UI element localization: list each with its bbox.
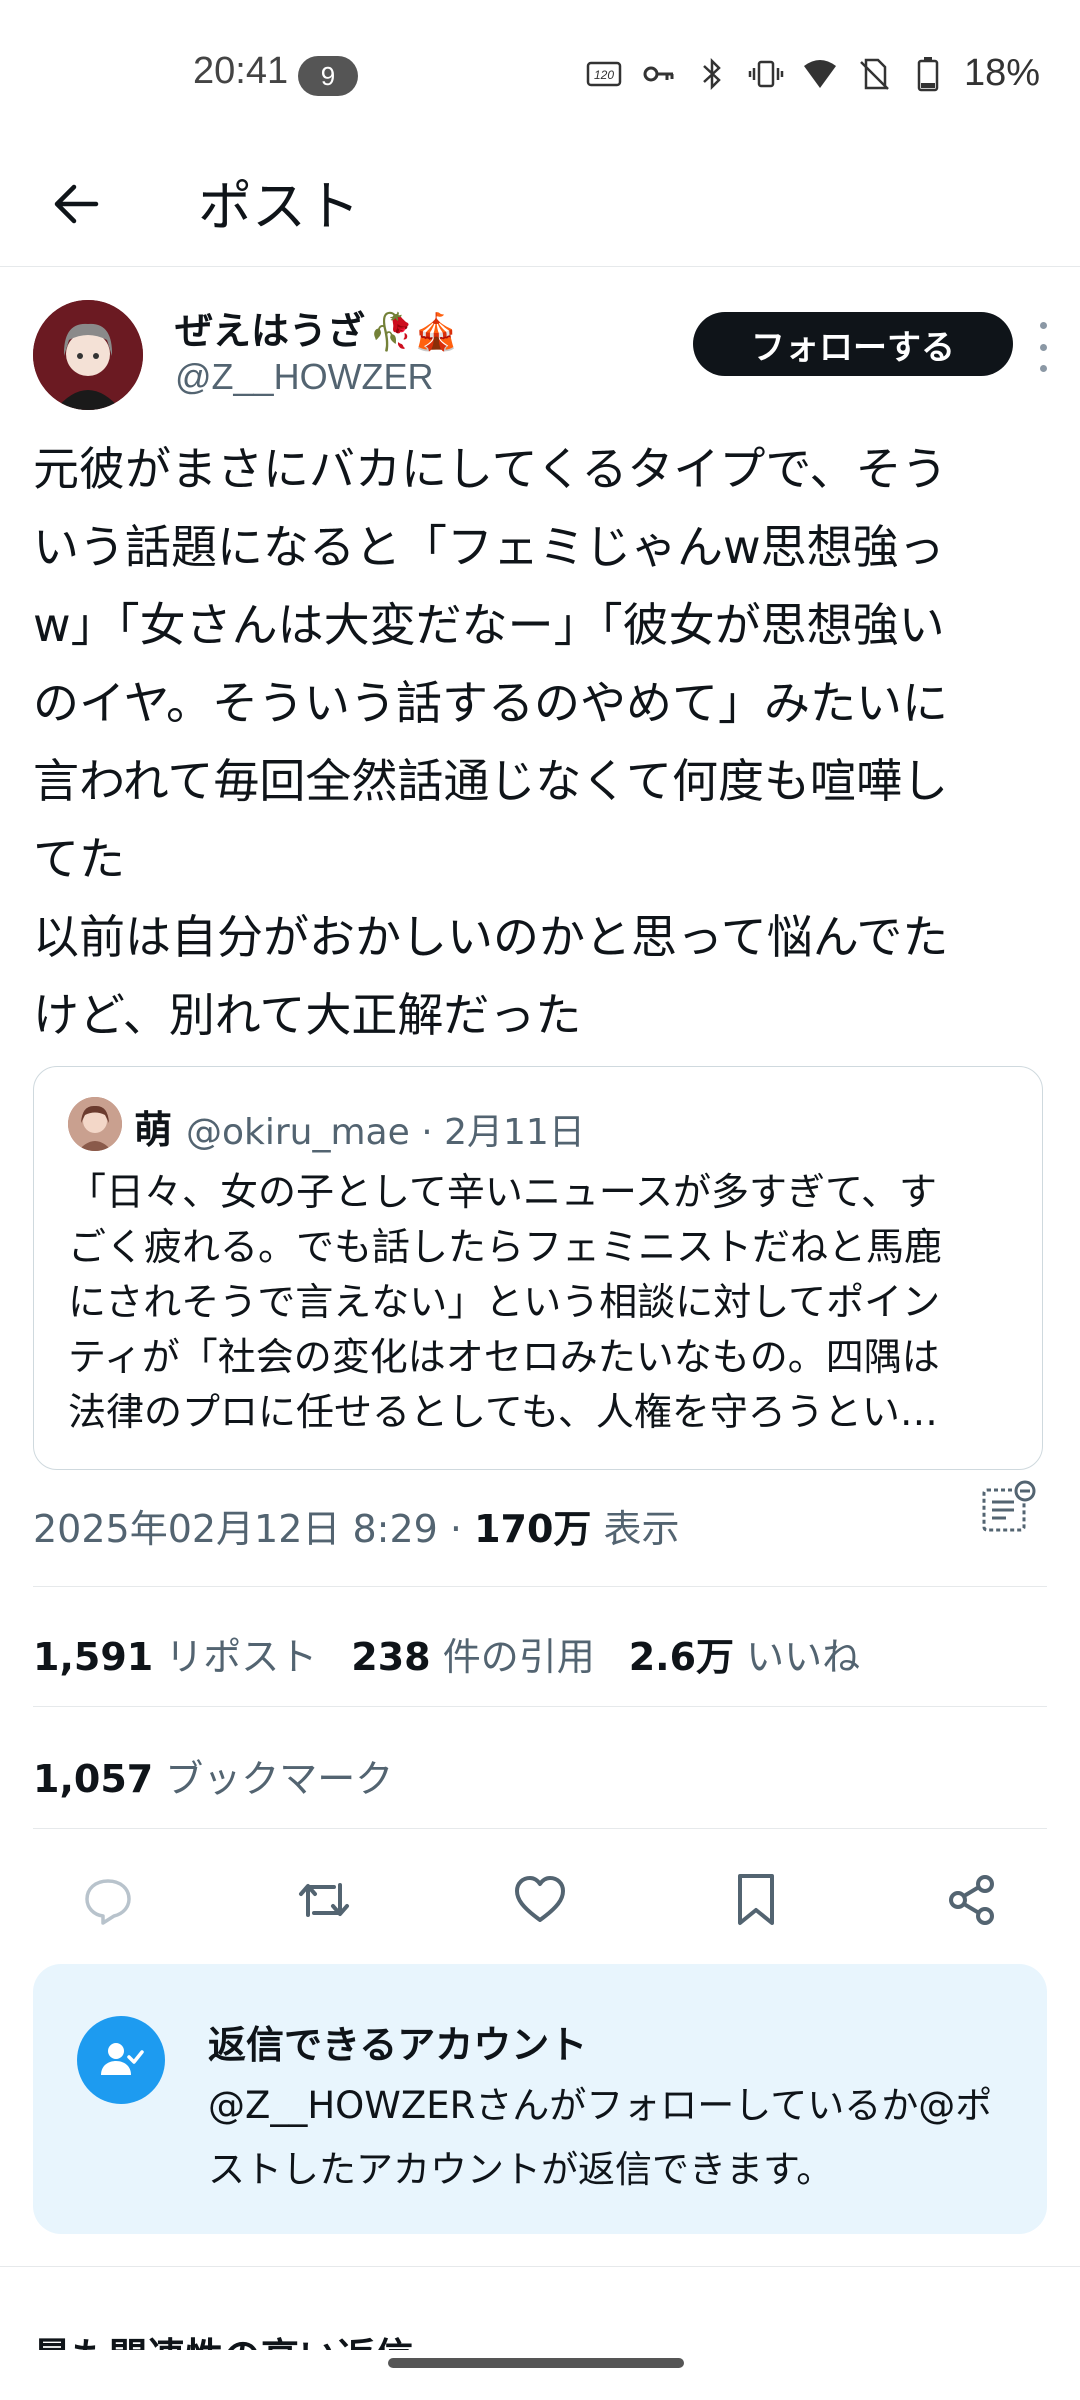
vpn-key-icon [640,56,676,92]
svg-text:120: 120 [594,68,614,82]
more-dot-icon [1039,322,1047,329]
back-arrow-icon [54,184,99,224]
home-indicator[interactable] [388,2358,684,2368]
bookmark-button[interactable] [721,1865,791,1935]
status-bar: 20:41 9 120 18% [0,0,1080,150]
follow-button[interactable]: フォローする [693,312,1013,376]
bookmarks-label: ブックマーク [153,1757,394,1801]
reply-restriction-title: 返信できるアカウント [208,2023,588,2067]
share-button[interactable] [937,1865,1007,1935]
repost-button[interactable] [289,1865,359,1935]
reply-icon [85,1879,131,1925]
post-text: 元彼がまさにバカにしてくるタイプで、そう いう話題になると「フェミじゃんw思想強… [33,442,949,1042]
battery-icon [910,56,946,92]
no-sim-icon [856,56,892,92]
divider [0,2266,1080,2267]
post-author: ぜえはうざ 🥀🎪 @Z__HOWZER フォローする [33,300,1053,410]
quote-author-name: 萌 [134,1108,173,1152]
bluetooth-icon [694,56,730,92]
status-icons: 120 18% [586,52,1040,95]
quotes-stat[interactable]: 238 件の引用 [351,1626,594,1681]
reply-sort-selector[interactable]: 最も関連性の高い返信 [33,2310,1047,2350]
timestamp-text: 2025年02月12日 8:29 · [33,1507,475,1551]
top-app-bar: ポスト [0,150,1080,267]
divider [33,1828,1047,1829]
notes-icon[interactable] [980,1480,1036,1536]
vibrate-icon [748,56,784,92]
more-dot-icon [1039,365,1047,372]
reposts-label: リポスト [153,1635,318,1679]
author-display-name[interactable]: ぜえはうざ 🥀🎪 [175,300,459,355]
quote-text-line: ティが「社会の変化はオセロみたいなもの。四隅は [68,1335,940,1379]
likes-stat[interactable]: 2.6万 いいね [629,1626,860,1681]
reply-button[interactable] [73,1865,143,1935]
quote-text-line: 法律のプロに任せるとしても、人権を守ろうとい… [68,1390,938,1434]
views-label: 表示 [591,1507,680,1551]
quote-author-avatar [68,1097,122,1151]
quote-text-line: 「日々、女の子として辛いニュースが多すぎて、す [68,1170,938,1214]
notification-count-badge: 9 [298,56,358,96]
author-name-text: ぜえはうざ [175,309,366,353]
repost-icon [299,1883,349,1917]
quote-text-line: にされそうで言えない」という相談に対してポイン [68,1280,941,1324]
like-icon [515,1876,565,1922]
quoted-post[interactable]: 萌 @okiru_mae · 2月11日 「日々、女の子として辛いニュースが多す… [33,1066,1043,1470]
reposts-stat[interactable]: 1,591 リポスト [33,1626,317,1681]
bookmarks-stat[interactable]: 1,057 ブックマーク [33,1748,393,1803]
views-count: 170万 [474,1507,592,1551]
more-options-button[interactable] [1033,322,1053,372]
quote-text-line: ごく疲れる。でも話したらフェミニストだねと馬鹿 [68,1225,943,1269]
engagement-stats: 1,591 リポスト 238 件の引用 2.6万 いいね [33,1626,860,1681]
refresh-rate-icon: 120 [586,56,622,92]
chevron-down-icon [436,2342,466,2350]
author-name-emoji: 🥀🎪 [369,312,459,353]
reply-restriction-notice: 返信できるアカウント @Z__HOWZERさんがフォローしているか@ポストしたア… [33,1964,1047,2234]
bookmark-icon [738,1874,774,1925]
quote-text: 「日々、女の子として辛いニュースが多すぎて、す ごく疲れる。でも話したらフェミニ… [68,1165,1018,1440]
author-avatar[interactable] [33,300,143,410]
bookmarks-count: 1,057 [33,1757,154,1801]
likes-label: いいね [734,1635,861,1679]
likes-count: 2.6万 [628,1635,735,1679]
quotes-label: 件の引用 [430,1635,595,1679]
battery-percentage: 18% [963,52,1040,94]
reply-restriction-description: @Z__HOWZERさんがフォローしているか@ポストしたアカウントが返信できます… [208,2084,993,2191]
back-button[interactable] [38,166,114,242]
divider [33,1706,1047,1707]
post-action-bar [33,1860,1047,1940]
quote-meta: @okiru_mae · 2月11日 [186,1112,585,1153]
wifi-icon [802,56,838,92]
like-button[interactable] [505,1865,575,1935]
quotes-count: 238 [351,1635,431,1679]
post-timestamp: 2025年02月12日 8:29 · 170万 表示 [33,1498,680,1553]
page-title: ポスト [198,175,360,238]
status-time: 20:41 [193,50,289,92]
author-handle[interactable]: @Z__HOWZER [175,356,434,398]
user-check-icon [77,2016,165,2104]
reply-sort-label: 最も関連性の高い返信 [33,2335,413,2350]
reposts-count: 1,591 [33,1635,154,1679]
more-dot-icon [1039,343,1047,351]
divider [33,1586,1047,1587]
share-icon [949,1875,994,1925]
